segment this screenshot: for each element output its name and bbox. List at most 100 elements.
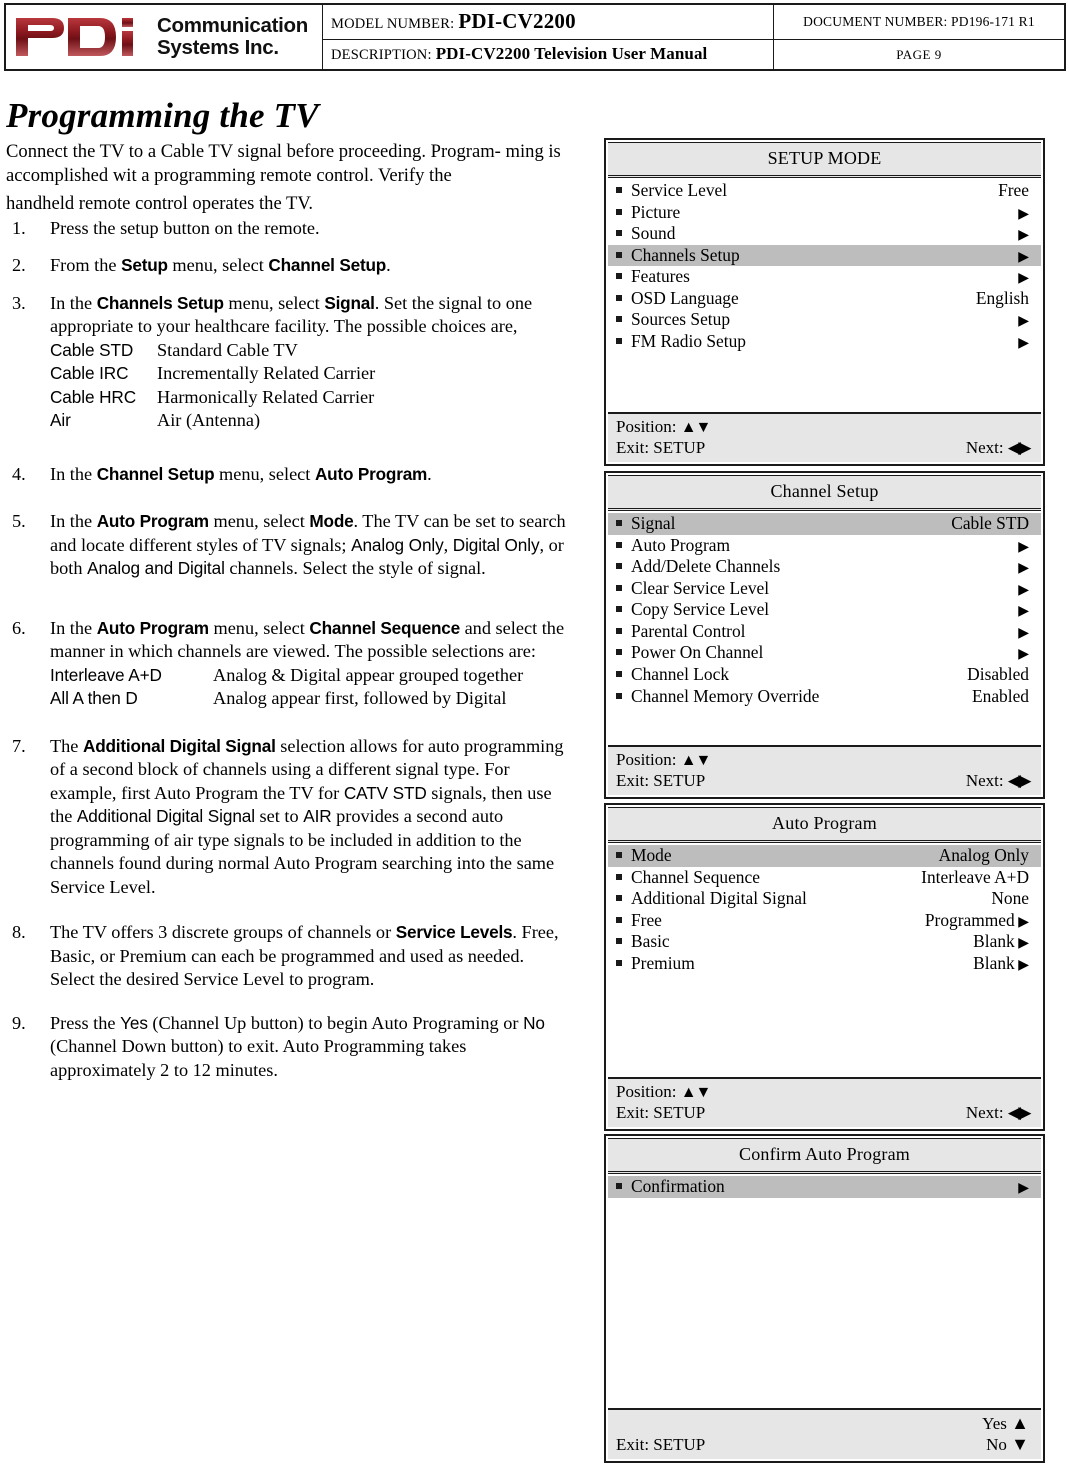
osd-menu-item[interactable]: OSD Language English [608, 288, 1041, 310]
bullet-square-icon [616, 294, 622, 301]
bullet-square-icon [616, 959, 622, 966]
yes-hint: Yes ▲ [982, 1413, 1029, 1434]
osd-item-label: Channels Setup [631, 244, 740, 265]
chevron-right-icon: ▶ [1018, 625, 1029, 641]
up-down-arrows-icon: ▲▼ [680, 752, 712, 769]
main-content-column: Programming the TV Connect the TV to a C… [6, 98, 572, 1098]
osd-title-bar: Channel Setup [608, 475, 1041, 511]
osd-footer-row-position: Position: ▲▼ [616, 750, 1029, 771]
option-description: Analog appear first, followed by Digital [213, 688, 507, 709]
osd-footer-row-position: Position: ▲▼ [616, 1082, 1029, 1103]
osd-item-label: Channel Sequence [631, 866, 760, 887]
osd-menu-item[interactable]: Channels Setup ▶ [608, 244, 1041, 267]
step-number: 7. [12, 735, 26, 756]
osd-item-value-text: Enabled [972, 685, 1029, 706]
osd-item-list: Confirmation ▶ [608, 1174, 1041, 1409]
logo-wordmark: Communication Systems Inc. [157, 15, 308, 58]
osd-item-value: ▶ [1008, 267, 1029, 287]
chevron-right-icon: ▶ [1018, 647, 1029, 663]
chevron-right-icon: ▶ [1018, 539, 1029, 555]
osd-menu-item[interactable]: Picture ▶ [608, 202, 1041, 224]
bullet-square-icon [616, 316, 622, 323]
step-text-run: menu, select [223, 292, 325, 313]
step-number: 4. [12, 463, 26, 484]
osd-item-label: Auto Program [631, 534, 731, 555]
osd-footer-hints: Position: ▲▼ Exit: SETUP Next: ◀▶ [608, 1078, 1041, 1127]
osd-item-list: Signal Cable STD Auto Program ▶ Add/Delete C… [608, 511, 1041, 746]
osd-menu-item[interactable]: Features ▶ [608, 266, 1041, 288]
osd-item-value: ▶ [1008, 600, 1029, 620]
osd-menu-item[interactable]: Add/Delete Channels ▶ [608, 556, 1041, 578]
instruction-step: 6. In the Auto Program menu, select Chann… [6, 617, 572, 711]
osd-menu-item[interactable]: Channel Sequence Interleave A+D [608, 867, 1041, 889]
osd-item-label: Free [631, 909, 662, 930]
bullet-square-icon [616, 187, 622, 193]
step-text-run: menu, select [208, 511, 310, 532]
up-arrow-icon: ▲ [1011, 1413, 1029, 1433]
osd-item-value-text: Blank [973, 931, 1015, 952]
osd-menu-item[interactable]: Copy Service Level ▶ [608, 599, 1041, 621]
document-number-value: DOCUMENT NUMBER: PD196-171 R1 [803, 14, 1035, 29]
osd-menu-item[interactable]: Channel Lock Disabled [608, 664, 1041, 686]
osd-menu-item[interactable]: Auto Program ▶ [608, 535, 1041, 557]
osd-item-label: Premium [631, 952, 695, 973]
osd-item-label: Channel Lock [631, 664, 730, 685]
chevron-right-icon: ▶ [1018, 228, 1029, 244]
osd-item-value-text: Disabled [967, 664, 1029, 685]
osd-menu-item[interactable]: Clear Service Level ▶ [608, 578, 1041, 600]
bullet-square-icon [616, 230, 622, 237]
chevron-right-icon: ▶ [1018, 561, 1029, 577]
osd-menu-item[interactable]: Channel Memory Override Enabled [608, 686, 1041, 708]
osd-frame: Channel Setup Signal Cable STD Auto Program… [604, 471, 1045, 799]
osd-menu-item[interactable]: Basic Blank ▶ [608, 931, 1041, 953]
step-number: 6. [12, 617, 26, 638]
osd-item-label: Service Level [631, 180, 728, 200]
chevron-right-icon: ▶ [1014, 957, 1029, 973]
osd-item-value: ▶ [1008, 579, 1029, 599]
step-text-run: set to [254, 806, 304, 827]
osd-menu-item[interactable]: Premium Blank ▶ [608, 953, 1041, 975]
osd-frame: Auto Program Mode Analog Only Channel Seque… [604, 803, 1045, 1131]
ui-term: Additional Digital Signal [76, 806, 255, 827]
osd-menu-item[interactable]: Power On Channel ▶ [608, 642, 1041, 664]
osd-item-value-text: Interleave A+D [921, 866, 1029, 887]
osd-menu-item[interactable]: Sources Setup ▶ [608, 309, 1041, 331]
osd-menu-item[interactable]: Parental Control ▶ [608, 621, 1041, 643]
bullet-square-icon [616, 606, 622, 613]
osd-menu-item[interactable]: Additional Digital Signal None [608, 888, 1041, 910]
option-description: Harmonically Related Carrier [157, 386, 375, 407]
chevron-right-icon: ▶ [1014, 936, 1029, 952]
osd-item-list: Mode Analog Only Channel Sequence Interleav… [608, 843, 1041, 1078]
logo-company-line1: Communication [157, 14, 308, 38]
osd-menu-item[interactable]: Sound ▶ [608, 223, 1041, 245]
osd-menu-item[interactable]: FM Radio Setup ▶ [608, 331, 1041, 353]
osd-menu-auto-program: Auto Program Mode Analog Only Channel Seque… [604, 803, 1045, 1131]
no-hint: No ▼ [986, 1434, 1029, 1455]
osd-menu-item[interactable]: Service Level Free [608, 180, 1041, 202]
step-text-run: menu, select [167, 255, 269, 276]
ui-term-bold: Channel Sequence [309, 617, 460, 638]
osd-item-label: FM Radio Setup [631, 331, 746, 352]
yes-label: Yes [982, 1414, 1012, 1433]
osd-menu-item[interactable]: Signal Cable STD [608, 513, 1041, 535]
osd-menu-item[interactable]: Mode Analog Only [608, 845, 1041, 867]
osd-item-label: Features [631, 266, 690, 287]
description-value: PDI-CV2200 Television User Manual [435, 44, 708, 63]
osd-footer-row-exit: Exit: SETUP Next: ◀▶ [616, 1103, 1032, 1123]
step-text-run: The TV offers 3 discrete groups of chann… [50, 922, 396, 943]
instruction-step: 3. In the Channels Setup menu, select Sig… [6, 292, 572, 433]
osd-menu-item[interactable]: Confirmation ▶ [608, 1176, 1041, 1198]
osd-item-value: Free [988, 180, 1029, 201]
osd-menu-item[interactable]: Free Programmed ▶ [608, 910, 1041, 932]
osd-item-value: Programmed ▶ [915, 910, 1029, 931]
osd-footer-row-exit: Exit: SETUP Next: ◀▶ [616, 770, 1032, 791]
osd-menu-setup-mode: SETUP MODE Service Level Free Picture ▶ Sound… [604, 138, 1045, 466]
osd-item-value-text: English [975, 287, 1029, 308]
exit-hint: Exit: SETUP [616, 437, 706, 457]
ui-term: Analog Only [351, 534, 444, 555]
osd-item-value-text: Cable STD [951, 513, 1029, 533]
osd-item-label: Sources Setup [631, 309, 731, 330]
left-right-arrows-icon: ◀▶ [1007, 770, 1032, 790]
osd-footer-row-position: Position: ▲▼ [616, 417, 1029, 438]
osd-item-label: Copy Service Level [631, 599, 770, 620]
